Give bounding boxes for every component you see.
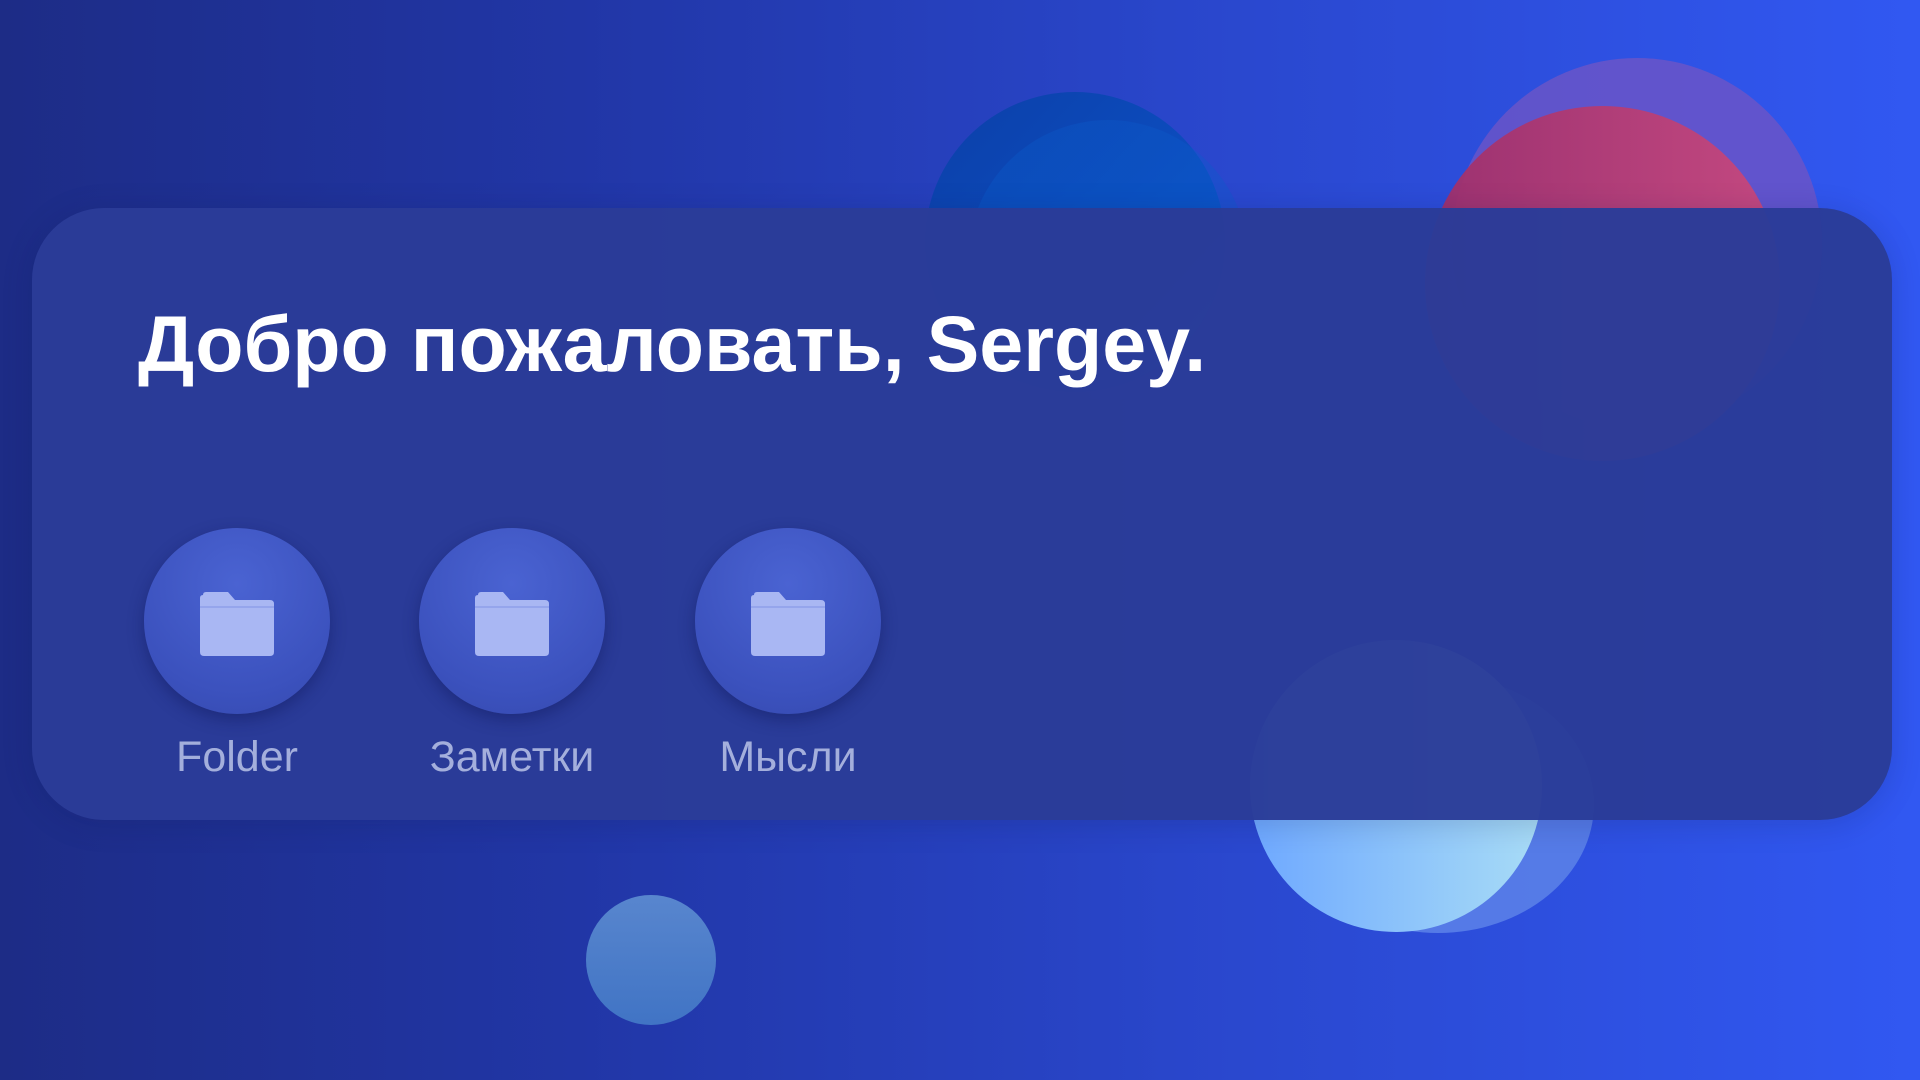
- folder-icon: [751, 592, 825, 656]
- folder-button-circle[interactable]: [695, 528, 881, 714]
- folder-shortcut-folder[interactable]: Folder: [102, 528, 372, 788]
- folder-shortcut-thoughts[interactable]: Мысли: [653, 528, 923, 788]
- background-blob-small: [586, 895, 716, 1025]
- folder-label[interactable]: Заметки: [377, 730, 647, 784]
- welcome-title: Добро пожаловать, Sergey.: [138, 299, 1207, 388]
- folder-label[interactable]: Мысли: [653, 730, 923, 784]
- folder-icon: [475, 592, 549, 656]
- folder-label[interactable]: Folder: [102, 730, 372, 784]
- folder-button-circle[interactable]: [144, 528, 330, 714]
- folder-shortcut-notes[interactable]: Заметки: [377, 528, 647, 788]
- folder-button-circle[interactable]: [419, 528, 605, 714]
- folder-icon: [200, 592, 274, 656]
